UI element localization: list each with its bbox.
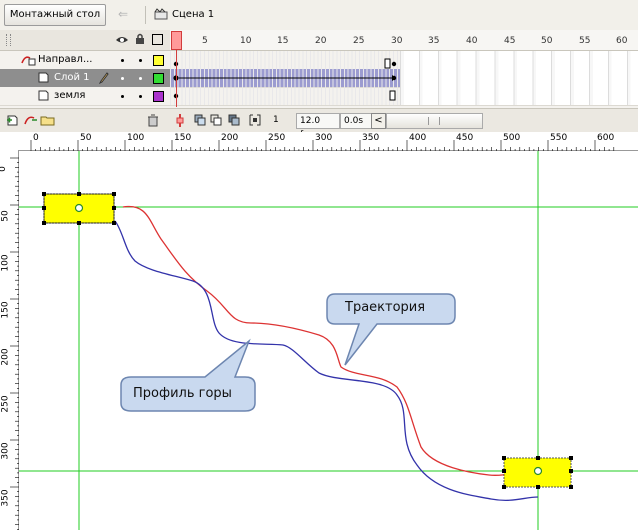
visible-dot[interactable] [121,59,124,62]
trash-icon[interactable] [147,114,159,127]
empty-frames[interactable] [400,51,638,70]
lock-icon[interactable] [135,33,145,45]
layer-name: земля [54,90,86,101]
ruler-label: 350 [362,133,380,143]
ruler-label: 200 [0,348,11,366]
ruler-label: 50 [80,133,92,143]
layer-icon [38,72,49,83]
visible-dot[interactable] [121,95,124,98]
trajectory-path [122,205,536,476]
scene-label[interactable]: Сцена 1 [172,9,214,20]
frame-number: 30 [391,36,403,46]
empty-frames[interactable] [400,69,638,88]
ruler-label: 600 [597,133,615,143]
ruler-label: 550 [550,133,568,143]
ruler-label: 300 [0,442,11,460]
scroll-left-button[interactable]: < [371,113,386,129]
playhead[interactable] [171,31,182,50]
ruler-label: 0 [33,133,39,143]
edit-multiple-icon[interactable] [228,114,240,126]
frame-number: 55 [579,36,591,46]
stage-drawing [19,151,638,530]
ruler-label: 100 [0,254,11,272]
tween-object-start [42,192,116,225]
add-folder-icon[interactable] [40,114,56,126]
guide-layer-icon [21,56,36,66]
frame-number: 10 [240,36,252,46]
scene-icon [154,8,168,20]
ruler-label: 350 [0,489,11,507]
callout-mountain-text: Профиль горы [133,386,232,401]
lock-dot[interactable] [139,59,142,62]
lock-dot[interactable] [139,77,142,80]
empty-frames[interactable] [400,87,638,106]
frame-number: 25 [353,36,365,46]
lock-dot[interactable] [139,95,142,98]
ruler-label: 300 [315,133,333,143]
frame-number: 15 [277,36,289,46]
horizontal-scrollbar[interactable] [386,113,483,129]
ruler-label: 500 [503,133,521,143]
layer-color-square[interactable] [153,73,164,84]
fps-field[interactable]: 12.0 fps [296,113,340,140]
layer-color-square[interactable] [153,91,164,102]
keyframes[interactable] [170,51,402,107]
ruler-label: 0 [0,166,8,172]
frame-number: 50 [541,36,553,46]
ruler-label: 150 [174,133,192,143]
stage-button[interactable]: Монтажный стол [4,4,106,26]
add-layer-icon[interactable] [6,114,20,126]
back-arrow-icon[interactable]: ⇐ [118,7,128,21]
layer-row-guide[interactable]: Направл... [0,51,170,70]
layer-icon [38,90,49,101]
time-field: 0.0s [340,113,372,129]
layer-row-layer1[interactable]: Слой 1 [0,69,170,88]
onion-outline-icon[interactable] [210,114,222,126]
divider [145,6,146,24]
frame-number: 45 [504,36,516,46]
vertical-ruler-ticks [10,157,19,530]
playhead-line [176,49,177,107]
eye-icon[interactable] [115,34,129,45]
ruler-label: 450 [456,133,474,143]
tween-object-end [502,456,573,489]
ruler-label: 150 [0,301,11,319]
layer-row-ground[interactable]: земля [0,87,170,106]
outline-icon[interactable] [152,34,163,45]
ruler-label: 200 [221,133,239,143]
ruler-label: 100 [127,133,145,143]
ruler-label: 400 [409,133,427,143]
ruler-label: 250 [0,395,11,413]
current-frame: 1 [273,115,279,125]
callout-trajectory-text: Траектория [345,300,426,315]
frame-number: 5 [202,36,208,46]
layer-name: Направл... [38,54,93,65]
ruler-label: 250 [268,133,286,143]
add-guide-icon[interactable] [23,114,37,126]
visible-dot[interactable] [121,77,124,80]
layer-name: Слой 1 [54,72,90,83]
frame-number: 40 [466,36,478,46]
frame-number: 35 [428,36,440,46]
onion-markers-icon[interactable] [249,114,261,126]
grip-icon[interactable] [6,34,11,46]
frame-number: 20 [315,36,327,46]
ruler-label: 50 [0,210,11,222]
pencil-icon [99,72,109,84]
onion-center-icon[interactable] [176,114,184,127]
layer-color-square[interactable] [153,55,164,66]
frame-number: 60 [616,36,628,46]
onion-skin-icon[interactable] [194,114,206,126]
scroll-thumb-grip[interactable] [428,117,440,125]
